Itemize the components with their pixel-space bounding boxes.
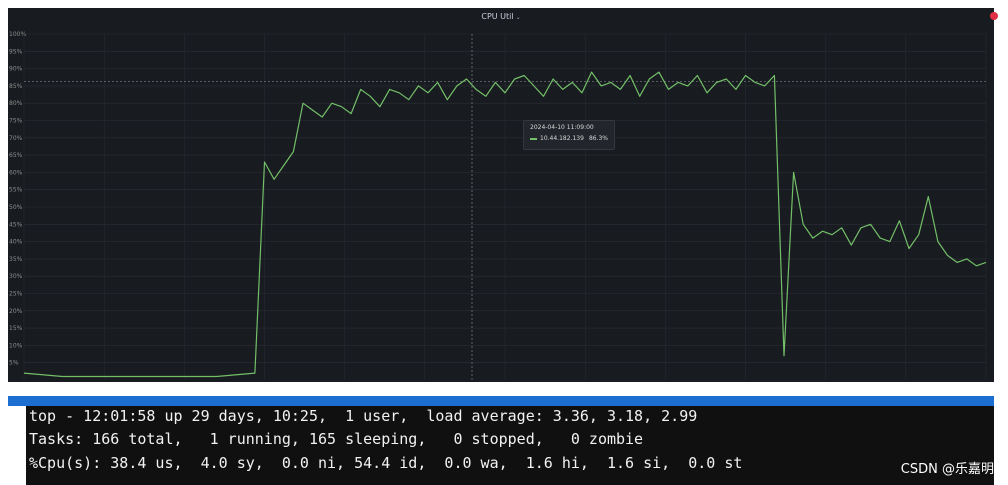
- grafana-panel: 5% 10% 15% 20% 25% 30% 35% 40% 45% 50% 55% 60% 65% 70…: [8, 8, 998, 382]
- y-tick-label: 20%: [9, 308, 23, 315]
- y-tick-label: 45%: [9, 221, 23, 228]
- tooltip-value: 86.3%: [588, 135, 608, 142]
- tooltip-time: 2024-04-10 11:09:00: [530, 124, 594, 131]
- terminal-line: Tasks: 166 total, 1 running, 165 sleepin…: [29, 430, 644, 448]
- y-tick-label: 70%: [9, 135, 23, 142]
- cpu-util-chart: 5% 10% 15% 20% 25% 30% 35% 40% 45% 50% 55% 60% 65% 70…: [9, 31, 987, 380]
- y-tick-label: 30%: [9, 273, 23, 280]
- terminal-window[interactable]: top - 12:01:58 up 29 days, 10:25, 1 user…: [8, 406, 994, 485]
- terminal-line: %Cpu(s): 38.4 us, 4.0 sy, 0.0 ni, 54.4 i…: [29, 454, 743, 472]
- y-tick-label: 35%: [9, 256, 23, 263]
- y-tick-label: 10%: [9, 342, 23, 349]
- series-swatch-icon: [530, 137, 537, 140]
- hover-tooltip: 2024-04-10 11:09:00 10.44.182.139 86.3%: [523, 120, 615, 150]
- y-tick-label: 80%: [9, 100, 23, 107]
- panel-title[interactable]: CPU Util ⌄: [8, 12, 994, 21]
- tooltip-row: 10.44.182.139 86.3%: [530, 135, 608, 142]
- y-tick-label: 5%: [9, 360, 19, 367]
- watermark: CSDN @乐嘉明: [900, 462, 994, 477]
- y-tick-label: 90%: [9, 66, 23, 73]
- y-tick-label: 15%: [9, 325, 23, 332]
- terminal-line: top - 12:01:58 up 29 days, 10:25, 1 user…: [29, 407, 698, 425]
- y-tick-label: 40%: [9, 239, 23, 246]
- y-tick-label: 55%: [9, 187, 23, 194]
- y-tick-label: 50%: [9, 204, 23, 211]
- y-tick-label: 60%: [9, 169, 23, 176]
- alert-dot-icon: [990, 12, 998, 20]
- y-tick-label: 25%: [9, 291, 23, 298]
- tooltip-series: 10.44.182.139: [540, 135, 584, 142]
- chevron-down-icon: ⌄: [515, 14, 521, 21]
- y-tick-label: 75%: [9, 118, 23, 125]
- y-tick-label: 85%: [9, 83, 23, 90]
- terminal-gutter: [8, 406, 26, 485]
- panel-title-text: CPU Util: [481, 12, 514, 21]
- y-tick-label: 95%: [9, 48, 23, 55]
- terminal-title-bar: [8, 396, 994, 406]
- y-tick-label: 65%: [9, 152, 23, 159]
